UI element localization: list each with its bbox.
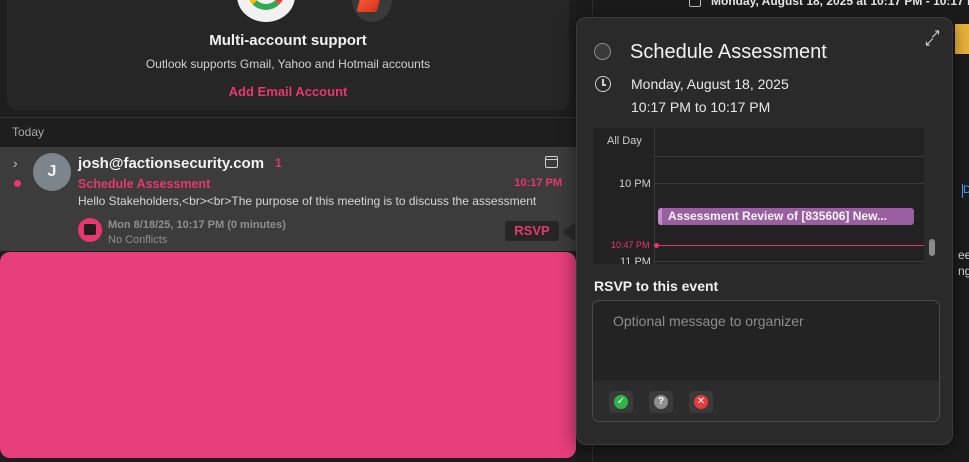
calendar-event-icon	[78, 218, 102, 242]
thread-count-badge: 1	[275, 156, 282, 170]
all-day-divider	[654, 156, 924, 157]
background-text-fragment: D	[962, 184, 969, 198]
rsvp-message-box: ✓ ? ✕	[592, 300, 940, 422]
banner-subtitle: Outlook supports Gmail, Yahoo and Hotmai…	[145, 57, 431, 71]
background-text-fragment: ee	[958, 248, 969, 262]
message-list-pane: Multi-account support Outlook supports G…	[0, 0, 576, 462]
accept-button[interactable]: ✓	[609, 391, 633, 413]
popover-pointer	[562, 223, 575, 241]
calendar-icon	[689, 0, 701, 7]
hour-label-11pm: 11 PM	[620, 256, 651, 264]
rsvp-heading: RSVP to this event	[594, 278, 719, 294]
hour-line	[654, 261, 924, 262]
accept-check-icon: ✓	[614, 395, 628, 409]
day-calendar-preview[interactable]: All Day 10 PM 11 PM Assessment Review of…	[593, 128, 940, 264]
google-logo-icon	[237, 0, 295, 22]
current-time-label: 10:47 PM	[611, 240, 650, 250]
calendar-invite-icon	[545, 156, 558, 168]
avatar: J	[33, 153, 71, 191]
app-window: Multi-account support Outlook supports G…	[0, 0, 969, 462]
hour-label-10pm: 10 PM	[619, 178, 651, 190]
complete-circle-icon[interactable]	[594, 43, 611, 60]
chevron-right-icon[interactable]: ›	[13, 155, 23, 171]
message-row[interactable]: › J josh@factionsecurity.com 1 Schedule …	[0, 147, 576, 251]
list-divider	[0, 117, 576, 118]
all-day-label: All Day	[607, 135, 642, 147]
add-email-account-link[interactable]: Add Email Account	[7, 84, 569, 99]
multi-account-banner: Multi-account support Outlook supports G…	[7, 0, 569, 110]
invite-conflict-status: No Conflicts	[108, 234, 168, 246]
office-logo-icon	[352, 0, 392, 22]
section-header-today: Today	[12, 125, 45, 139]
background-text-fragment: ng	[958, 264, 969, 278]
yellow-tag-swatch	[955, 24, 969, 54]
message-subject: Schedule Assessment	[78, 177, 211, 191]
unread-indicator-icon	[14, 180, 21, 187]
expand-icon[interactable]	[924, 26, 944, 50]
banner-title: Multi-account support	[209, 32, 367, 49]
tentative-button[interactable]: ?	[649, 391, 673, 413]
tentative-question-icon: ?	[654, 395, 668, 409]
event-title: Schedule Assessment	[630, 41, 827, 63]
event-popover: Schedule Assessment Monday, August 18, 2…	[576, 17, 953, 445]
message-sender: josh@factionsecurity.com	[78, 155, 265, 172]
current-time-line	[655, 245, 925, 246]
hour-line	[654, 183, 924, 184]
clock-icon	[595, 76, 611, 92]
message-preview: Hello Stakeholders,<br><br>The purpose o…	[78, 194, 537, 208]
calendar-event-block[interactable]: Assessment Review of [835606] New...	[658, 208, 914, 225]
event-header-text: Monday, August 18, 2025 at 10:17 PM - 10…	[711, 0, 969, 8]
scrollbar-thumb[interactable]	[929, 239, 935, 256]
current-time-dot	[654, 243, 659, 248]
event-date: Monday, August 18, 2025	[631, 76, 789, 92]
decline-button[interactable]: ✕	[689, 391, 713, 413]
organizer-message-input[interactable]	[593, 301, 939, 381]
decline-x-icon: ✕	[694, 395, 708, 409]
message-time: 10:17 PM	[514, 177, 562, 189]
redacted-region	[0, 252, 576, 458]
invite-datetime: Mon 8/18/25, 10:17 PM (0 minutes)	[108, 219, 286, 231]
event-time-range: 10:17 PM to 10:17 PM	[631, 99, 771, 115]
rsvp-actions: ✓ ? ✕	[593, 381, 939, 421]
rsvp-button[interactable]: RSVP	[505, 221, 559, 241]
